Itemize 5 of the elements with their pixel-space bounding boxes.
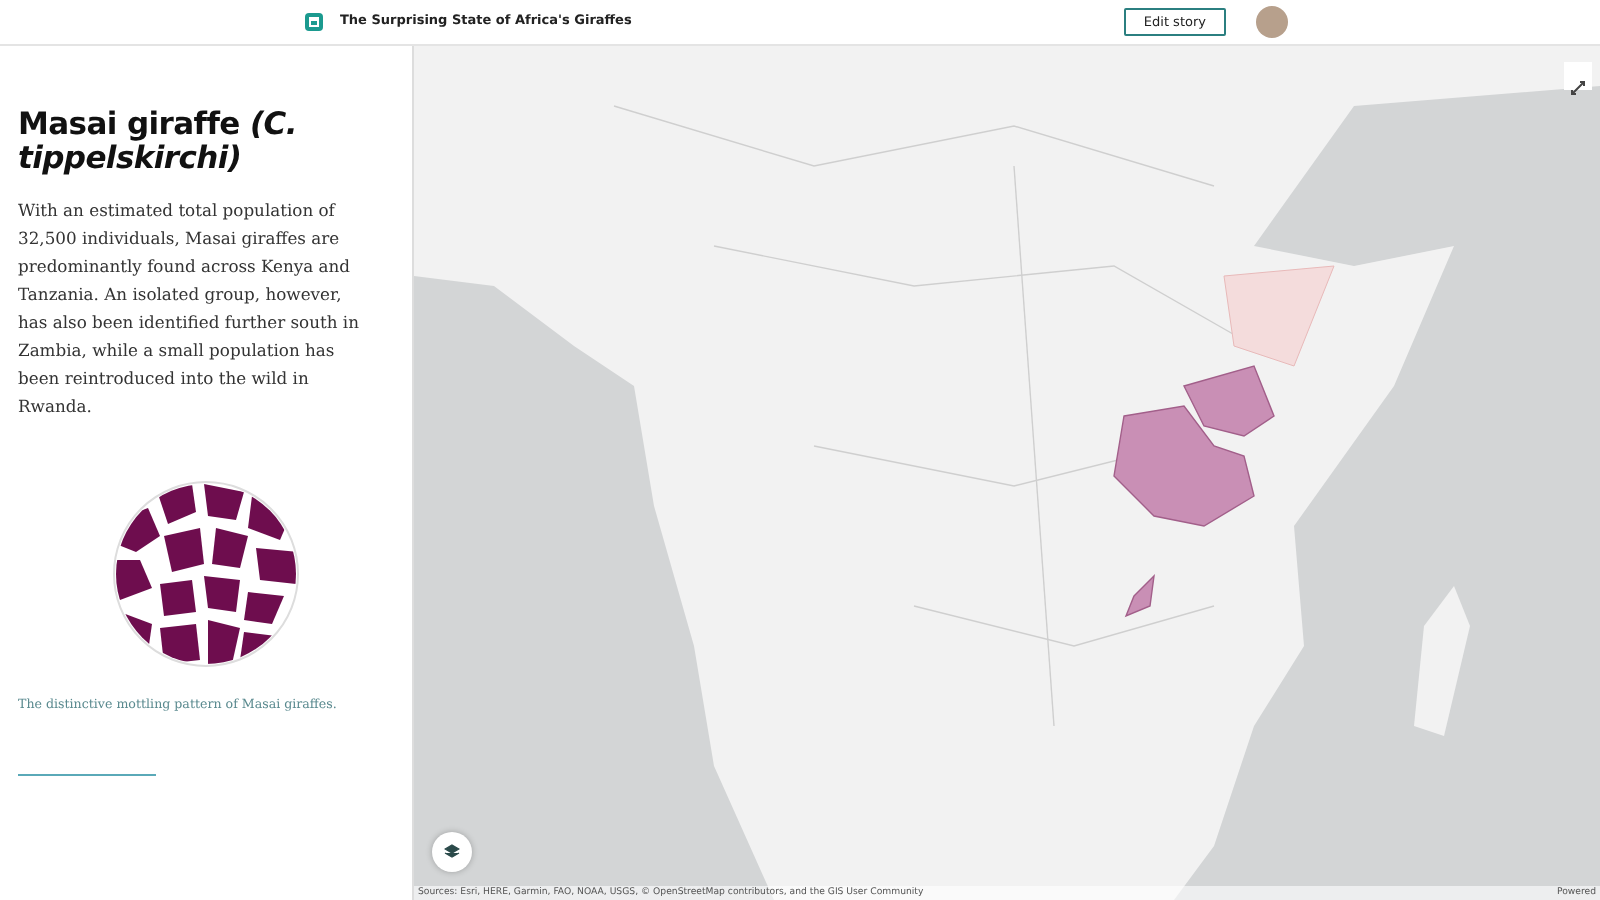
story-logo-icon[interactable] [304, 12, 324, 32]
layers-icon [444, 844, 460, 860]
section-heading: Masai giraffe (C. tippelskirchi) [18, 108, 299, 177]
body-paragraph: With an estimated total population of 32,500 individuals, Masai giraffes are predominantly found across Kenya and Tanzania. An isolated group, however, has also been identified further south in Zambia, while a small population has been reintroduced into the wild in Rwanda. [18, 198, 361, 421]
expand-button[interactable] [1564, 62, 1592, 90]
